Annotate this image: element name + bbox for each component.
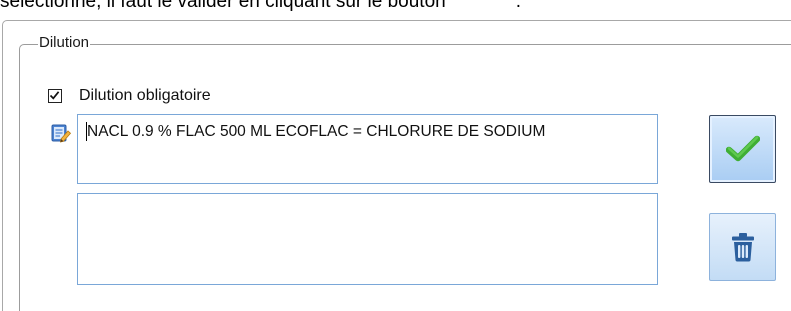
instruction-suffix: . (515, 0, 522, 12)
screenshot-stage: sélectionné, il faut le valider en cliqu… (0, 0, 791, 311)
instruction-text: sélectionné, il faut le valider en cliqu… (0, 0, 446, 12)
dilution-required-row[interactable]: Dilution obligatoire (48, 86, 211, 106)
text-caret (86, 122, 87, 141)
checkmark-icon (725, 135, 760, 162)
validate-button[interactable] (709, 115, 776, 183)
instruction-line: sélectionné, il faut le valider en cliqu… (0, 0, 521, 13)
secondary-dilution-input[interactable] (77, 193, 658, 285)
dilution-required-label: Dilution obligatoire (79, 87, 211, 104)
trash-icon (731, 233, 754, 262)
dilution-input[interactable]: NACL 0.9 % FLAC 500 ML ECOFLAC = CHLORUR… (77, 114, 658, 184)
dilution-required-checkbox[interactable] (48, 89, 62, 103)
delete-button[interactable] (709, 213, 776, 281)
checkbox-check-icon (49, 91, 60, 100)
groupbox-legend: Dilution (38, 34, 91, 51)
edit-note-icon[interactable] (50, 122, 72, 144)
